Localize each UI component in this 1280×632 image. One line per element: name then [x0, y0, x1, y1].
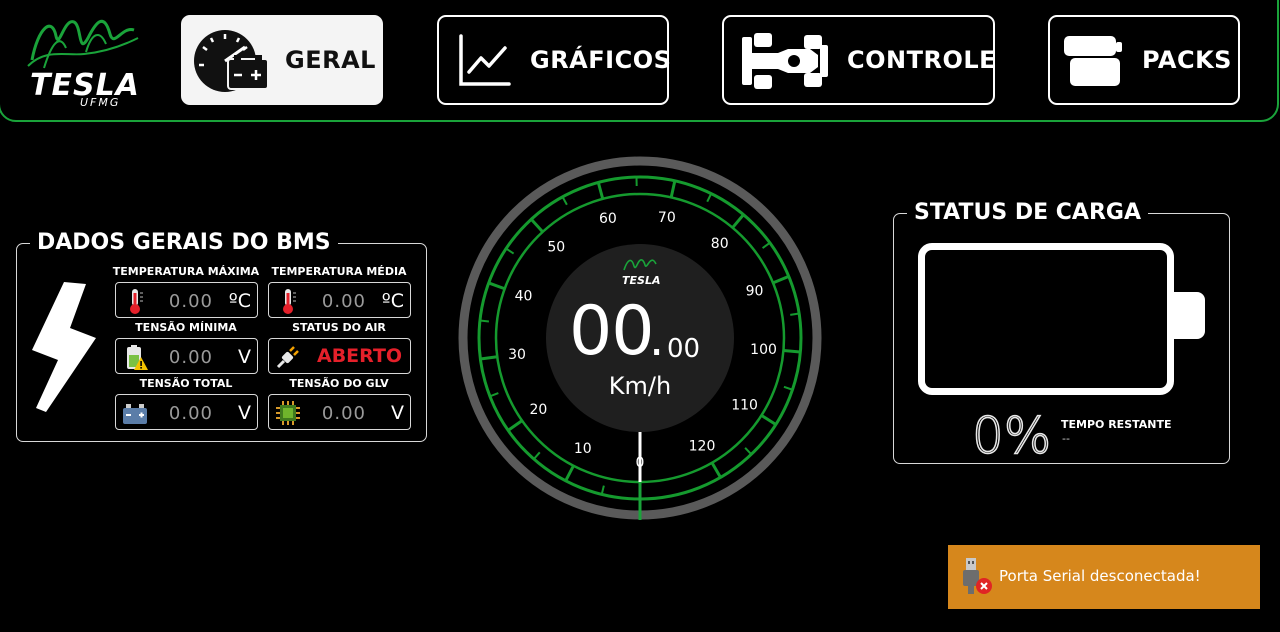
gauge-tick-label: 90 [746, 284, 764, 300]
gauge-tick-label: 70 [658, 210, 676, 226]
nav-tab-graficos[interactable]: GRÁFICOS [437, 15, 672, 105]
gauge-tick-label: 30 [508, 347, 526, 363]
gauge-tick-label: 40 [515, 289, 533, 305]
speed-integer: 00 [569, 292, 655, 371]
tensao-min-unit: V [238, 346, 251, 368]
tensao-total-unit: V [238, 402, 251, 424]
thermometer-icon [121, 287, 149, 315]
tensao-glv-field: 0.00 V [268, 394, 411, 430]
plug-icon [274, 343, 302, 371]
charge-percent: 0% [971, 406, 1052, 466]
race-car-icon [738, 31, 830, 91]
temp-med-field: 0.00 ºC [268, 282, 411, 318]
thermometer-icon [274, 287, 302, 315]
toast-message: Porta Serial desconectada! [999, 567, 1201, 585]
tensao-min-field: 0.00 V [115, 338, 258, 374]
line-chart-icon [457, 34, 511, 88]
tensao-total-label: TENSÃO TOTAL [139, 377, 233, 390]
gauge-tick-label: 20 [530, 402, 548, 418]
temp-max-label: TEMPERATURA MÁXIMA [112, 265, 260, 278]
speed-decimal-point: . [649, 311, 665, 367]
tensao-glv-value: 0.00 [321, 403, 366, 424]
gauge-battery-icon [193, 27, 271, 95]
gauge-minor-tick [479, 319, 490, 323]
charge-panel-title: STATUS DE CARGA [907, 200, 1148, 225]
gauge-tick-label: 10 [574, 441, 592, 457]
gauge-tick-label: 50 [547, 240, 565, 256]
temp-med-unit: ºC [381, 290, 404, 312]
temp-med-value: 0.00 [321, 291, 366, 312]
gauge-tick-label: 110 [731, 398, 758, 414]
tensao-glv-unit: V [391, 402, 404, 424]
temp-max-value: 0.00 [168, 291, 213, 312]
gauge-minor-tick [790, 312, 800, 316]
nav-label-geral: GERAL [285, 46, 376, 74]
gauge-team-logo: TESLA [620, 254, 660, 292]
battery-packs-icon [1062, 34, 1124, 88]
temp-max-field: 0.00 ºC [115, 282, 258, 318]
chip-icon [274, 399, 302, 427]
bms-panel-title: DADOS GERAIS DO BMS [30, 230, 338, 255]
logo-subtitle: UFMG [80, 96, 121, 109]
lightning-bolt-icon [30, 280, 98, 414]
status-air-label: STATUS DO AIR [292, 321, 386, 334]
tensao-total-field: 0.00 V [115, 394, 258, 430]
gauge-tick [783, 349, 801, 354]
serial-disconnected-toast[interactable]: Porta Serial desconectada! [948, 545, 1260, 609]
nav-tab-packs[interactable]: PACKS [1048, 15, 1240, 105]
tensao-glv-label: TENSÃO DO GLV [289, 377, 389, 390]
speed-unit: Km/h [608, 372, 672, 400]
nav-label-packs: PACKS [1142, 46, 1232, 74]
nav-tab-geral[interactable]: GERAL [181, 15, 383, 105]
temp-max-unit: ºC [228, 290, 251, 312]
speed-decimal: 00 [667, 334, 701, 364]
gauge-tick-label: 100 [750, 342, 777, 358]
car-battery-icon [121, 399, 149, 427]
tensao-total-value: 0.00 [168, 403, 213, 424]
nav-label-controle: CONTROLE [847, 46, 997, 74]
battery-level-indicator [918, 243, 1174, 395]
temp-med-label: TEMPERATURA MÉDIA [271, 265, 407, 278]
gauge-logo-text: TESLA [622, 274, 660, 287]
gauge-tick-label: 80 [711, 236, 729, 252]
nav-label-graficos: GRÁFICOS [530, 46, 672, 74]
low-battery-warning-icon [121, 343, 149, 371]
gauge-tick-label: 60 [599, 211, 617, 227]
tempo-restante-label: TEMPO RESTANTE [1061, 418, 1172, 431]
tempo-restante-value: -- [1062, 432, 1070, 445]
tensao-min-value: 0.00 [168, 347, 213, 368]
tensao-min-label: TENSÃO MÍNIMA [135, 321, 237, 334]
usb-disconnected-icon [960, 556, 996, 598]
nav-tab-controle[interactable]: CONTROLE [722, 15, 997, 105]
status-air-field: ABERTO [268, 338, 411, 374]
gauge-tick-label: 120 [689, 438, 716, 454]
battery-terminal [1172, 292, 1205, 339]
status-air-value: ABERTO [317, 345, 403, 367]
